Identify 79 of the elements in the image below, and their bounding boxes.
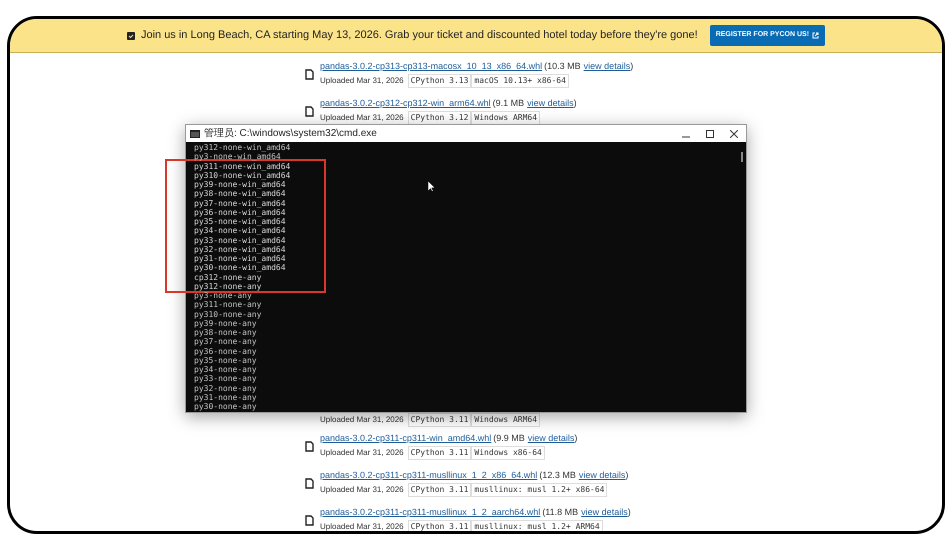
console-line: py3-none-win_amd64 (194, 152, 281, 162)
view-details-link[interactable]: view details (581, 506, 628, 520)
closing-paren: ) (574, 432, 578, 446)
tag: CPython 3.11 (408, 412, 472, 426)
tag: musllinux: musl 1.2+ x86-64 (471, 483, 608, 498)
file-size: (9.1 MB (492, 97, 524, 110)
console-line: py36-none-any (194, 346, 257, 356)
file-icon (305, 515, 314, 526)
mouse-pointer-icon (428, 181, 435, 192)
calendar-icon (126, 31, 135, 40)
console-line: py38-none-any (194, 328, 257, 338)
console-line: cp312-none-any (194, 272, 262, 282)
file-icon (305, 441, 314, 452)
closing-paren: ) (625, 469, 628, 482)
file-link[interactable]: pandas-3.0.2-cp311-cp311-musllinux_1_2_aarch64.whl (320, 506, 540, 520)
external-link-icon (812, 32, 820, 39)
view-details-link[interactable]: view details (527, 97, 574, 111)
upload-date: Uploaded Mar 31, 2026 (320, 75, 404, 88)
tag: musllinux: musl 1.2+ ARM64 (471, 520, 603, 531)
view-details-link[interactable]: view details (584, 60, 630, 74)
console-line: py3-none-any (194, 291, 252, 300)
console-line: py34-none-win_amd64 (194, 226, 286, 236)
upload-date: Uploaded Mar 31, 2026 (320, 414, 404, 426)
console-line: py311-none-any (194, 300, 262, 310)
tag: CPython 3.11 (408, 483, 472, 498)
console-line: py31-none-win_amd64 (194, 254, 286, 264)
file-link[interactable]: pandas-3.0.2-cp313-cp313-macosx_10_13_x86_64.whl (320, 60, 542, 74)
scrollbar[interactable] (738, 142, 746, 412)
file-size: (9.9 MB (493, 432, 525, 446)
terminal-icon (190, 130, 200, 138)
console-line: py30-none-any (194, 402, 257, 412)
file-size: (11.8 MB (542, 506, 578, 520)
console-line: py39-none-any (194, 318, 257, 328)
console-line: py312-none-any (194, 282, 262, 291)
view-details-link[interactable]: view details (528, 432, 574, 446)
banner-message: Join us in Long Beach, CA starting May 13, 2026. Grab your ticket and discounted hotel today before they're gone! (140, 28, 698, 44)
console-line: py32-none-win_amd64 (194, 244, 286, 254)
file-link[interactable]: pandas-3.0.2-cp312-cp312-win_arm64.whl (320, 97, 491, 111)
console-line: py310-none-win_amd64 (194, 170, 290, 180)
console-line: py32-none-any (194, 384, 257, 393)
upload-date: Uploaded Mar 31, 2026 (320, 447, 404, 460)
console-line: py36-none-win_amd64 (194, 208, 286, 217)
console-line: py33-none-win_amd64 (194, 236, 286, 245)
closing-paren: ) (630, 60, 634, 74)
upload-date: Uploaded Mar 31, 2026 (320, 521, 404, 531)
maximize-icon[interactable] (706, 130, 714, 138)
tag: CPython 3.13 (408, 74, 472, 88)
console-line: py33-none-any (194, 374, 257, 384)
file-link[interactable]: pandas-3.0.2-cp311-cp311-musllinux_1_2_x86_64.whl (320, 469, 538, 483)
console-line: py37-none-any (194, 337, 257, 346)
file-icon (305, 478, 314, 489)
upload-date: Uploaded Mar 31, 2026 (320, 484, 404, 496)
console-line: py31-none-any (194, 392, 257, 402)
closing-paren: ) (574, 97, 577, 110)
console-line: py38-none-win_amd64 (194, 189, 286, 198)
file-size: (12.3 MB (539, 469, 576, 482)
file-link[interactable]: pandas-3.0.2-cp311-cp311-win_amd64.whl (320, 432, 492, 446)
upload-date: Uploaded Mar 31, 2026 (320, 112, 404, 124)
closing-paren: ) (628, 506, 631, 520)
console-line: py35-none-win_amd64 (194, 217, 286, 226)
console-line: py312-none-win_amd64 (194, 143, 290, 152)
view-details-link[interactable]: view details (578, 469, 626, 483)
tag: CPython 3.11 (408, 520, 472, 531)
console-line: py34-none-any (194, 365, 257, 374)
console-line: py30-none-win_amd64 (194, 263, 286, 272)
tag: Windows ARM64 (471, 412, 540, 426)
file-size: (10.3 MB (544, 60, 581, 74)
file-icon (305, 106, 314, 117)
file-icon (305, 69, 314, 80)
close-icon[interactable] (730, 130, 738, 138)
tag: CPython 3.11 (408, 446, 472, 460)
console-line: py37-none-win_amd64 (194, 198, 286, 208)
console-line: py311-none-win_amd64 (194, 162, 290, 171)
console-line: py39-none-win_amd64 (194, 180, 286, 190)
tag: macOS 10.13+ x86-64 (471, 74, 569, 88)
tag: Windows x86-64 (471, 446, 545, 460)
console-line: py35-none-any (194, 356, 257, 365)
console-line: py310-none-any (194, 310, 262, 319)
console-title: 管理员: C:\windows\system32\cmd.exe (204, 127, 377, 141)
